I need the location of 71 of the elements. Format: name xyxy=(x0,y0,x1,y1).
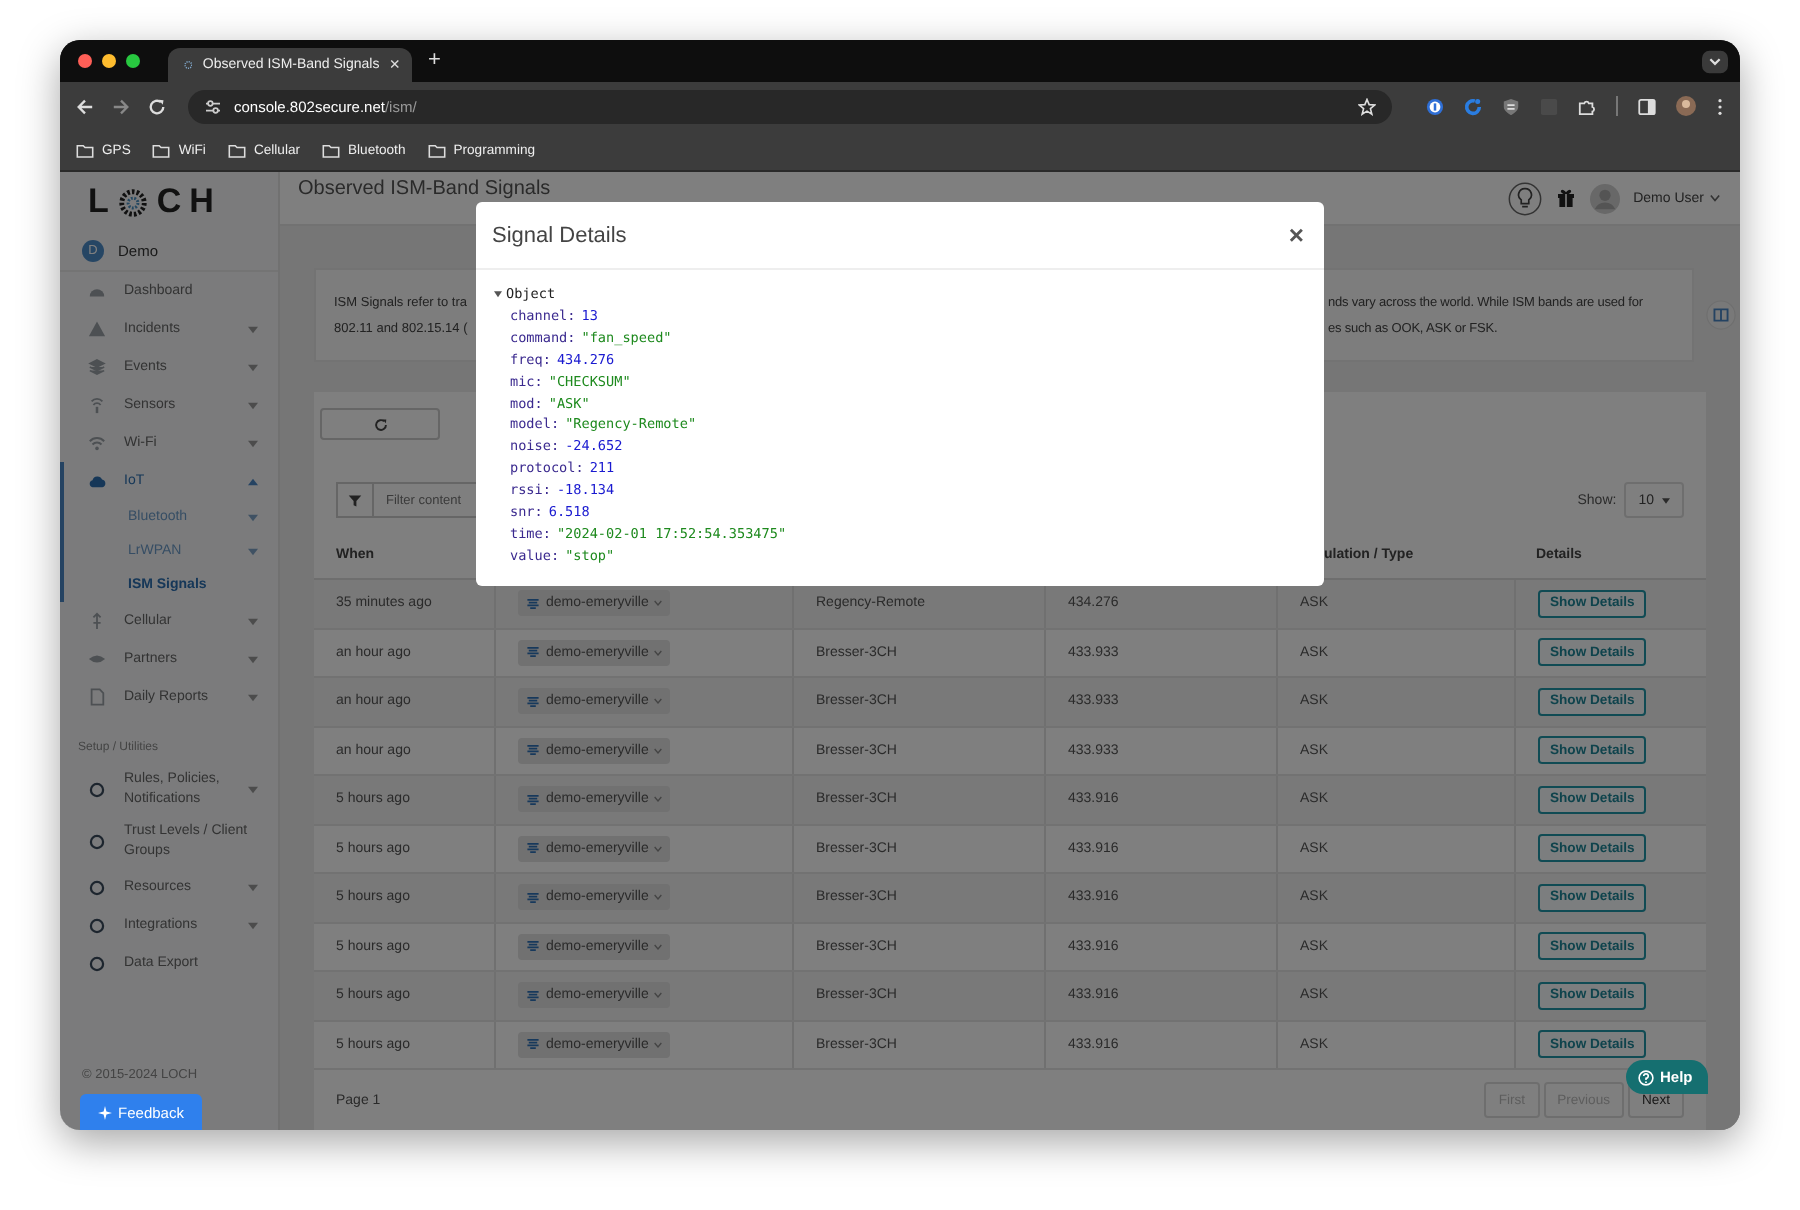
close-button[interactable]: × xyxy=(1284,222,1308,248)
favicon-icon xyxy=(184,58,193,72)
circle-icon xyxy=(88,834,106,850)
folder-icon xyxy=(152,143,171,157)
question-icon xyxy=(1638,1069,1654,1085)
folder-icon xyxy=(76,143,94,157)
caret-icon xyxy=(654,698,663,705)
antenna-icon xyxy=(88,612,106,630)
close-window-button[interactable] xyxy=(78,54,92,68)
circle-icon xyxy=(88,782,106,798)
circle-icon xyxy=(88,917,106,933)
caret-icon xyxy=(1710,194,1720,202)
sparkle-icon xyxy=(98,1106,113,1120)
sensor-icon xyxy=(526,987,540,1004)
warning-icon xyxy=(88,320,106,338)
sidebar-icon[interactable] xyxy=(1638,97,1656,115)
caret-icon xyxy=(654,649,663,656)
signal-icon xyxy=(88,396,106,414)
puzzle-icon[interactable] xyxy=(1578,97,1596,115)
refresh-icon xyxy=(373,417,387,431)
refresh-extension-icon[interactable] xyxy=(1464,97,1482,115)
sensor-icon xyxy=(526,693,540,710)
sensor-icon xyxy=(526,644,540,661)
profile-avatar[interactable] xyxy=(1676,96,1696,116)
more-icon[interactable] xyxy=(1716,97,1724,115)
password-manager-icon[interactable] xyxy=(1426,97,1444,115)
caret-icon xyxy=(1662,497,1670,503)
sensor-icon xyxy=(526,1036,540,1053)
sensor-icon xyxy=(526,742,540,759)
document-icon xyxy=(88,688,106,706)
new-tab-button[interactable]: + xyxy=(416,50,453,72)
sensor-icon xyxy=(526,889,540,906)
shield-icon[interactable] xyxy=(1502,97,1520,115)
sensor-icon xyxy=(526,938,540,955)
circle-icon xyxy=(88,879,106,895)
folder-icon xyxy=(322,143,340,157)
cloud-icon xyxy=(88,472,106,490)
page-title: Observed ISM-Band Signals xyxy=(298,178,551,200)
dialog-title: Signal Details xyxy=(492,223,627,247)
wifi-icon xyxy=(88,434,106,452)
back-icon[interactable] xyxy=(76,97,94,115)
caret-icon xyxy=(654,845,663,852)
sensor-icon xyxy=(526,791,540,808)
lightbulb-icon[interactable] xyxy=(1507,181,1542,215)
caret-icon xyxy=(654,943,663,950)
forward-icon[interactable] xyxy=(112,97,130,115)
caret-icon xyxy=(654,992,663,999)
filter-icon xyxy=(348,493,362,507)
site-settings-icon[interactable] xyxy=(204,99,222,113)
logo: L CH xyxy=(86,180,224,224)
caret-icon xyxy=(654,894,663,901)
caret-icon xyxy=(654,796,663,803)
minimize-button[interactable] xyxy=(102,54,116,68)
layers-icon xyxy=(88,358,106,376)
folder-icon xyxy=(227,143,246,157)
filter-button[interactable] xyxy=(336,482,374,518)
maximize-button[interactable] xyxy=(126,54,140,68)
star-icon[interactable] xyxy=(1358,97,1376,115)
reload-icon[interactable] xyxy=(148,97,166,115)
caret-icon xyxy=(654,747,663,754)
sensor-icon xyxy=(526,840,540,857)
expand-caret-icon[interactable] xyxy=(494,290,502,299)
eye-icon xyxy=(88,650,106,668)
caret-icon xyxy=(654,1041,663,1048)
caret-icon xyxy=(654,600,663,607)
circle-icon xyxy=(88,955,106,971)
tab-search-button[interactable] xyxy=(1702,49,1728,73)
gift-icon[interactable] xyxy=(1555,188,1576,208)
close-tab-button[interactable]: × xyxy=(389,56,400,74)
sensor-icon xyxy=(526,595,540,612)
folder-icon xyxy=(427,143,446,157)
